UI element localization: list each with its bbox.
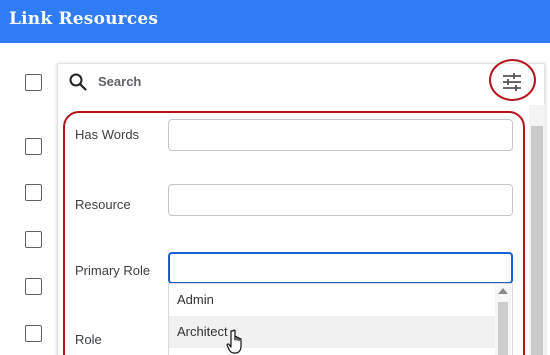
row-checkbox[interactable] <box>25 231 42 248</box>
select-all-checkbox[interactable] <box>25 74 42 91</box>
row-checkbox[interactable] <box>25 325 42 342</box>
page-title: Link Resources <box>9 9 159 29</box>
filter-button-highlight <box>489 59 536 101</box>
row-checkbox[interactable] <box>25 184 42 201</box>
row-checkbox[interactable] <box>25 138 42 155</box>
app-header: Link Resources <box>0 0 550 43</box>
panel-scrollbar-thumb[interactable] <box>531 126 543 355</box>
search-input[interactable]: Search <box>98 74 141 89</box>
row-checkbox[interactable] <box>25 278 42 295</box>
filter-form-highlight <box>63 111 525 355</box>
hand-cursor-icon <box>226 329 242 354</box>
search-icon[interactable] <box>68 72 88 92</box>
